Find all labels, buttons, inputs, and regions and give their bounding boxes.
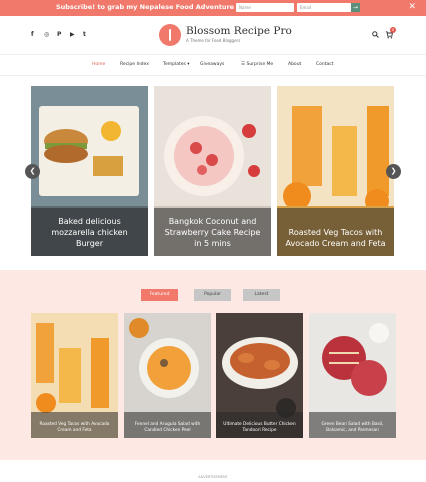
slide-caption[interactable]: Roasted Veg Tacos with Avocado Cream and…: [283, 227, 388, 249]
post-card-1[interactable]: Roasted Veg Tacos with Avocado Cream and…: [31, 313, 118, 438]
post-card-4[interactable]: Green Bean Salad with Basil, Balsamic, a…: [309, 313, 396, 438]
slide-caption[interactable]: Bangkok Coconut and Strawberry Cake Reci…: [160, 216, 265, 249]
slide-1[interactable]: Baked delicious mozzarella chicken Burge…: [31, 86, 148, 256]
site-title[interactable]: Blossom Recipe Pro: [186, 25, 292, 37]
tab-featured[interactable]: Featured: [141, 289, 178, 301]
subscribe-submit-button[interactable]: →: [351, 3, 360, 12]
slide-caption[interactable]: Baked delicious mozzarella chicken Burge…: [37, 216, 142, 249]
slider-prev-button[interactable]: ❮: [25, 164, 40, 179]
card-caption[interactable]: Ultimate Delicious Butter Chicken Tandoo…: [219, 422, 300, 434]
nav-divider: [0, 75, 426, 76]
header-divider: [0, 54, 426, 55]
slider-next-button[interactable]: ❯: [386, 164, 401, 179]
pinterest-icon[interactable]: P: [57, 32, 63, 38]
site-tagline: A Theme for Food Bloggers: [186, 38, 241, 43]
search-icon[interactable]: [372, 31, 379, 38]
post-tabs: Featured Popular Latest: [0, 289, 426, 301]
cart-count-badge: 0: [390, 27, 396, 33]
nav-contact[interactable]: Contact: [316, 62, 334, 67]
close-icon[interactable]: ✕: [408, 2, 416, 13]
tab-popular[interactable]: Popular: [194, 289, 231, 301]
name-input[interactable]: Name: [236, 3, 294, 12]
advertisement-label: ADVERTISEMENT: [198, 475, 228, 479]
card-caption[interactable]: Green Bean Salad with Basil, Balsamic, a…: [312, 422, 393, 434]
social-links: f ◎ P ▶ t: [31, 32, 89, 38]
tab-latest[interactable]: Latest: [243, 289, 280, 301]
card-caption[interactable]: Roasted Veg Tacos with Avocado Cream and…: [34, 422, 115, 434]
slide-2[interactable]: Bangkok Coconut and Strawberry Cake Reci…: [154, 86, 271, 256]
nav-surprise-me[interactable]: ☰ Surprise Me: [241, 62, 273, 67]
instagram-icon[interactable]: ◎: [44, 32, 50, 38]
youtube-icon[interactable]: ▶: [70, 32, 76, 38]
main-nav: Home Recipe Index Templates ▾ Giveaways …: [0, 59, 426, 71]
subscribe-message: Subscribe! to grab my Nepalese Food Adve…: [56, 3, 262, 11]
nav-templates[interactable]: Templates ▾: [163, 62, 190, 67]
post-card-3[interactable]: Ultimate Delicious Butter Chicken Tandoo…: [216, 313, 303, 438]
subscribe-bar: Subscribe! to grab my Nepalese Food Adve…: [0, 0, 426, 16]
nav-about[interactable]: About: [288, 62, 301, 67]
card-caption[interactable]: Fennel and Arugula Salad with Candied Ch…: [127, 422, 208, 434]
slide-3[interactable]: Roasted Veg Tacos with Avocado Cream and…: [277, 86, 394, 256]
post-card-2[interactable]: Fennel and Arugula Salad with Candied Ch…: [124, 313, 211, 438]
email-input[interactable]: Email: [297, 3, 351, 12]
featured-slider: Baked delicious mozzarella chicken Burge…: [0, 86, 426, 256]
site-logo[interactable]: [159, 24, 181, 46]
nav-giveaways[interactable]: Giveaways: [200, 62, 224, 67]
nav-home[interactable]: Home: [92, 62, 105, 67]
facebook-icon[interactable]: f: [31, 32, 37, 38]
nav-recipe-index[interactable]: Recipe Index: [120, 62, 149, 67]
twitter-icon[interactable]: t: [83, 32, 89, 38]
